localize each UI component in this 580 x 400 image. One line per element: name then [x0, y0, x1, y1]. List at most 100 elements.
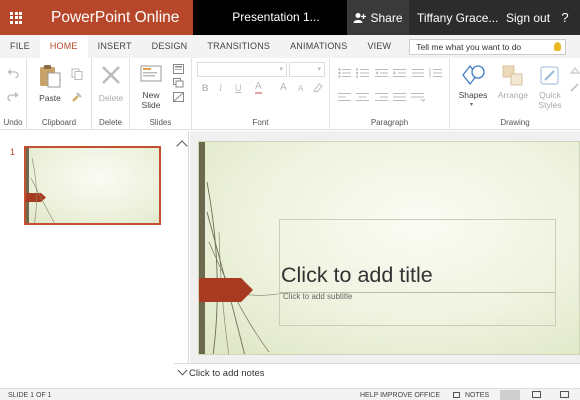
title-bar: PowerPoint Online Presentation 1... Shar…: [0, 0, 580, 35]
share-button[interactable]: Share: [347, 0, 409, 35]
ribbon-tabs: FILE HOME INSERT DESIGN TRANSITIONS ANIM…: [0, 35, 580, 58]
clear-formatting-icon[interactable]: [312, 82, 324, 93]
help-improve-link[interactable]: HELP IMPROVE OFFICE: [360, 392, 440, 399]
reading-view-icon[interactable]: [560, 391, 569, 398]
help-button[interactable]: ?: [554, 10, 576, 25]
align-left-icon[interactable]: [338, 92, 352, 102]
slide-counter: SLIDE 1 OF 1: [8, 392, 52, 399]
delete-group-label: Delete: [98, 118, 123, 127]
quick-styles-icon[interactable]: [539, 65, 561, 87]
numbering-icon[interactable]: [356, 68, 370, 78]
tab-animations[interactable]: ANIMATIONS: [280, 35, 357, 58]
notes-placeholder[interactable]: Click to add notes: [189, 368, 265, 379]
paste-label[interactable]: Paste: [35, 93, 65, 103]
waffle-icon: [10, 11, 22, 24]
shrink-font-button[interactable]: A: [298, 84, 303, 93]
delete-label[interactable]: Delete: [94, 93, 128, 103]
slide-sorter-icon[interactable]: [532, 391, 541, 398]
font-name-select[interactable]: ▾: [197, 62, 287, 77]
text-direction-icon[interactable]: [411, 68, 425, 78]
new-slide-icon[interactable]: [140, 63, 162, 83]
clipboard-group-label: Clipboard: [41, 118, 77, 127]
slides-group-label: Slides: [149, 118, 172, 127]
status-bar: SLIDE 1 OF 1 HELP IMPROVE OFFICE NOTES: [0, 388, 580, 400]
notes-icon: [453, 392, 460, 398]
slide-thumbnail[interactable]: [24, 146, 161, 225]
copy-icon[interactable]: [71, 68, 83, 80]
undo-icon[interactable]: [7, 68, 19, 78]
tab-insert[interactable]: INSERT: [88, 35, 142, 58]
clipboard-group: Paste Clipboard: [27, 58, 92, 130]
line-spacing-icon[interactable]: [429, 68, 443, 78]
font-color-button[interactable]: A: [255, 82, 262, 94]
tab-file[interactable]: FILE: [0, 35, 40, 58]
tab-transitions[interactable]: TRANSITIONS: [197, 35, 280, 58]
align-text-icon[interactable]: [411, 92, 425, 102]
quick-styles-label: Quick Styles: [532, 90, 568, 110]
align-center-icon[interactable]: [356, 92, 370, 102]
tab-home[interactable]: HOME: [39, 35, 88, 58]
shapes-label[interactable]: Shapes: [454, 90, 492, 100]
duplicate-slide-icon[interactable]: [173, 78, 184, 88]
paste-icon[interactable]: [39, 63, 61, 89]
redo-icon[interactable]: [7, 91, 19, 101]
justify-icon[interactable]: [393, 92, 407, 102]
quick-styles-label-line2[interactable]: Styles: [538, 100, 561, 110]
underline-button[interactable]: U: [235, 83, 242, 93]
shape-fill-icon[interactable]: [569, 66, 580, 77]
delete-icon[interactable]: [101, 65, 121, 85]
chevron-down-icon: ▾: [317, 66, 321, 73]
grow-font-button[interactable]: A: [280, 82, 287, 93]
format-painter-icon[interactable]: [71, 91, 83, 103]
tell-me-placeholder: Tell me what you want to do: [416, 41, 522, 52]
italic-button[interactable]: I: [219, 83, 222, 93]
increase-indent-icon[interactable]: [393, 68, 407, 78]
title-placeholder[interactable]: Click to add title: [281, 263, 433, 288]
slide-thumbnails-pane: 1: [0, 131, 189, 381]
tab-design[interactable]: DESIGN: [142, 35, 198, 58]
arrange-icon[interactable]: [502, 65, 524, 87]
font-group-label: Font: [252, 118, 269, 127]
delete-group: Delete Delete: [92, 58, 130, 130]
paragraph-group-label: Paragraph: [370, 118, 409, 127]
align-right-icon[interactable]: [375, 92, 389, 102]
user-bar: Tiffany Grace... Sign out ?: [409, 0, 580, 35]
slides-group: New Slide Slides: [130, 58, 192, 130]
chevron-down-icon[interactable]: [177, 365, 188, 376]
tell-me-search-input[interactable]: Tell me what you want to do: [409, 38, 567, 55]
app-launcher-button[interactable]: [0, 0, 32, 35]
user-name[interactable]: Tiffany Grace...: [409, 11, 498, 25]
thumbnail-decor: [30, 157, 55, 223]
new-slide-label-line1[interactable]: New: [142, 90, 159, 100]
sign-out-link[interactable]: Sign out: [494, 11, 554, 25]
font-group: ▾ ▾ B I U A A A Font: [192, 58, 330, 130]
thumbnail-number: 1: [10, 147, 16, 157]
slide-editor: Click to add title Click to add subtitle: [190, 131, 580, 363]
app-name[interactable]: PowerPoint Online: [32, 0, 193, 35]
shape-outline-icon[interactable]: [569, 82, 580, 93]
shapes-icon[interactable]: [460, 63, 486, 87]
add-person-icon: [353, 12, 367, 23]
arrange-label[interactable]: Arrange: [494, 90, 532, 100]
chevron-down-icon: ▾: [470, 102, 474, 108]
font-size-select[interactable]: ▾: [289, 62, 325, 77]
thumbnail-scrollbar[interactable]: [174, 131, 189, 381]
undo-group: Undo: [0, 58, 27, 130]
slide-canvas[interactable]: Click to add title Click to add subtitle: [198, 141, 580, 355]
normal-view-button[interactable]: [500, 390, 520, 400]
bullets-icon[interactable]: [338, 68, 352, 78]
new-slide-label-line2[interactable]: Slide: [142, 100, 161, 110]
notes-toggle[interactable]: NOTES: [465, 392, 489, 399]
undo-group-label: Undo: [3, 118, 23, 127]
quick-styles-label-line1[interactable]: Quick: [539, 90, 561, 100]
decrease-indent-icon[interactable]: [375, 68, 389, 78]
subtitle-placeholder[interactable]: Click to add subtitle: [283, 292, 352, 301]
bold-button[interactable]: B: [202, 83, 209, 93]
layout-icon[interactable]: [173, 64, 184, 74]
tab-view[interactable]: VIEW: [357, 35, 401, 58]
notes-bar[interactable]: Click to add notes: [174, 363, 580, 381]
hide-slide-icon[interactable]: [173, 92, 184, 102]
paragraph-group: Paragraph: [330, 58, 450, 130]
chevron-up-icon[interactable]: [176, 140, 188, 152]
document-name[interactable]: Presentation 1...: [193, 0, 347, 35]
